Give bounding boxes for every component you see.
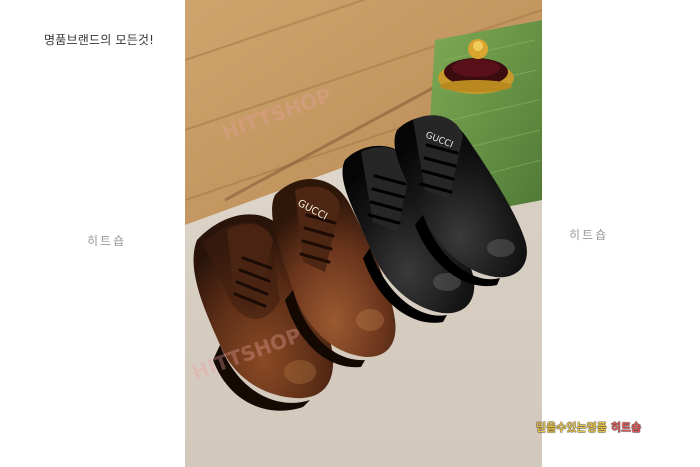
brand-tagline: 명품브랜드의 모든것!	[44, 33, 155, 47]
left-watermark: 히트숍	[87, 234, 127, 248]
right-watermark: 히트숍	[569, 228, 609, 242]
product-photo: GUCCI GUCCI HITTSHOP HITTSHOP	[185, 0, 542, 467]
caption-shop: 히트숍	[610, 421, 642, 434]
caption-trust: 믿을수있는명품	[536, 421, 607, 434]
bottom-caption: 믿을수있는명품 히트숍	[536, 419, 641, 435]
